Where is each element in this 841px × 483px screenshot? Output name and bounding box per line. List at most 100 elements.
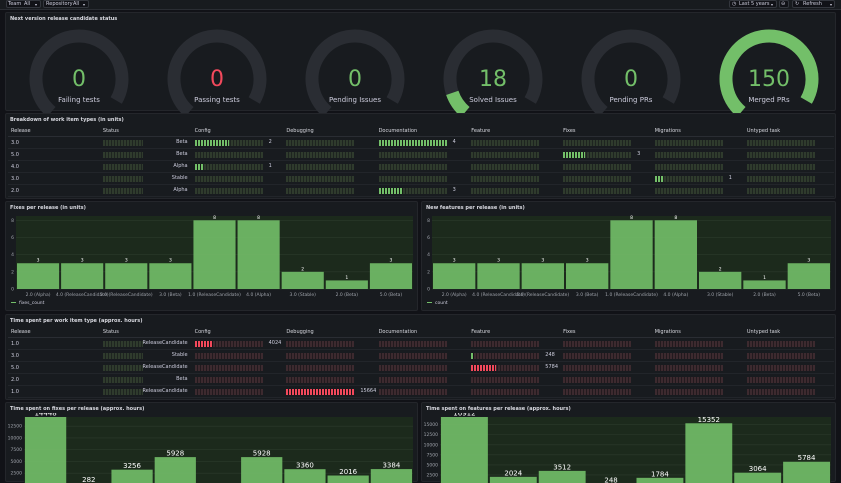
chart-legend[interactable]: count [427, 301, 448, 306]
cell-track [746, 152, 815, 158]
gauge-cell [191, 385, 284, 398]
cell-track [378, 152, 447, 158]
column-header[interactable]: Documentation [375, 126, 469, 137]
status-track [102, 140, 143, 146]
gauge-cell [743, 349, 834, 362]
gauge-cell [743, 361, 834, 374]
gauge-cell [283, 172, 376, 185]
time-fixes-bar-chart: 25005000750010000125001444828232565928 59… [8, 413, 413, 483]
time-range-value[interactable]: Last 5 years [739, 1, 770, 8]
cell-value: 4 [452, 139, 456, 145]
release-cell: 4.0 [8, 160, 100, 173]
column-header[interactable]: Migrations [651, 126, 744, 137]
column-header[interactable]: Config [191, 327, 284, 338]
gauge-value: 0 [624, 67, 638, 92]
column-header[interactable]: Release [8, 126, 100, 137]
refresh-icon[interactable]: ↻ [795, 1, 799, 8]
cell-track [378, 389, 447, 395]
team-filter-value[interactable]: All [24, 1, 30, 8]
cell-track [654, 377, 723, 383]
status-text: Beta [176, 151, 188, 157]
column-header[interactable]: Status [99, 126, 192, 137]
repository-filter-value[interactable]: All [73, 1, 79, 8]
cell-wrap [286, 362, 375, 373]
cell-track [378, 365, 447, 371]
gauge-cell [283, 373, 376, 386]
cell-fill [194, 140, 229, 146]
bar [566, 263, 609, 289]
fixes-bar-chart: 0246832.0 (Alpha)34.0 (ReleaseCandidate)… [11, 215, 413, 298]
gauge-cell [651, 160, 744, 173]
bar [783, 461, 830, 483]
gauge-cell [743, 160, 834, 173]
column-header[interactable]: Release [8, 327, 100, 338]
gauge-cell [743, 337, 834, 350]
x-tick-label: 5.0 (Beta) [380, 292, 403, 298]
bar [17, 263, 60, 289]
cell-wrap: 248 [471, 350, 560, 361]
column-header[interactable]: Feature [468, 126, 561, 137]
x-tick-label: 4.0 (Alpha) [246, 292, 271, 298]
status-text: Stable [171, 352, 188, 358]
gauge-cell [283, 349, 376, 362]
cell-value: 4024 [268, 340, 282, 346]
column-header[interactable]: Fixes [560, 327, 652, 338]
cell-wrap [746, 362, 834, 373]
cell-wrap [378, 362, 469, 373]
chevron-down-icon[interactable]: ▾ [830, 1, 832, 8]
data-label: 14448 [34, 413, 56, 418]
cell-track [563, 164, 632, 170]
legend-label: fixes_count [19, 301, 45, 306]
column-header[interactable]: Documentation [375, 327, 469, 338]
gauge-cell [560, 373, 652, 386]
chevron-down-icon[interactable]: ▾ [35, 1, 37, 8]
cell-track [654, 353, 723, 359]
bar [369, 263, 412, 289]
gauge-cell [560, 160, 652, 173]
status-cell: Stable [99, 349, 192, 362]
gauge-cell [651, 349, 744, 362]
panel-title: Time spent per work item type (approx. h… [10, 318, 143, 324]
gauge-cell [743, 136, 834, 149]
gauge-cell [743, 373, 834, 386]
cell-wrap [563, 386, 652, 397]
column-header[interactable]: Untyped task [743, 126, 834, 137]
x-tick-label: 4.0 (Alpha) [663, 292, 688, 298]
cell-track [654, 188, 723, 194]
gauge-cell [468, 160, 561, 173]
cell-value: 15664 [360, 388, 377, 394]
status-wrap: Stable [102, 350, 192, 361]
y-tick-label: 7500 [427, 452, 439, 458]
column-header[interactable]: Config [191, 126, 284, 137]
column-header[interactable]: Feature [468, 327, 561, 338]
cell-track [471, 176, 540, 182]
column-header[interactable]: Status [99, 327, 192, 338]
chevron-down-icon[interactable]: ▾ [83, 1, 85, 8]
column-header[interactable]: Fixes [560, 126, 652, 137]
column-header[interactable]: Debugging [283, 126, 376, 137]
chevron-down-icon[interactable]: ▾ [771, 1, 773, 8]
column-header[interactable]: Migrations [651, 327, 744, 338]
cell-wrap [378, 173, 469, 184]
cell-wrap [194, 149, 284, 160]
data-label: 5784 [798, 454, 816, 462]
column-header[interactable]: Debugging [283, 327, 376, 338]
refresh-label[interactable]: Refresh [803, 1, 822, 8]
cell-value: 5784 [545, 364, 559, 370]
y-tick-label: 5000 [11, 459, 23, 465]
cell-track [471, 389, 540, 395]
cell-wrap [654, 137, 744, 148]
gauge-label: Merged PRs [748, 96, 790, 104]
gauge-cell [375, 337, 469, 350]
table-header-row: Release Status Config Debugging Documentatio… [8, 327, 834, 338]
gauge-cell: 1 [191, 160, 284, 173]
zoom-out-icon[interactable]: ⊖ [781, 1, 785, 8]
column-header[interactable]: Untyped task [743, 327, 834, 338]
y-tick-label: 10000 [424, 442, 438, 448]
chart-legend[interactable]: fixes_count [11, 301, 44, 306]
table-row: 4.0 Alpha 1 [8, 160, 834, 173]
status-track [102, 389, 143, 395]
bar [521, 263, 564, 289]
cell-wrap: 2 [194, 137, 284, 148]
data-label: 2016 [339, 468, 357, 476]
